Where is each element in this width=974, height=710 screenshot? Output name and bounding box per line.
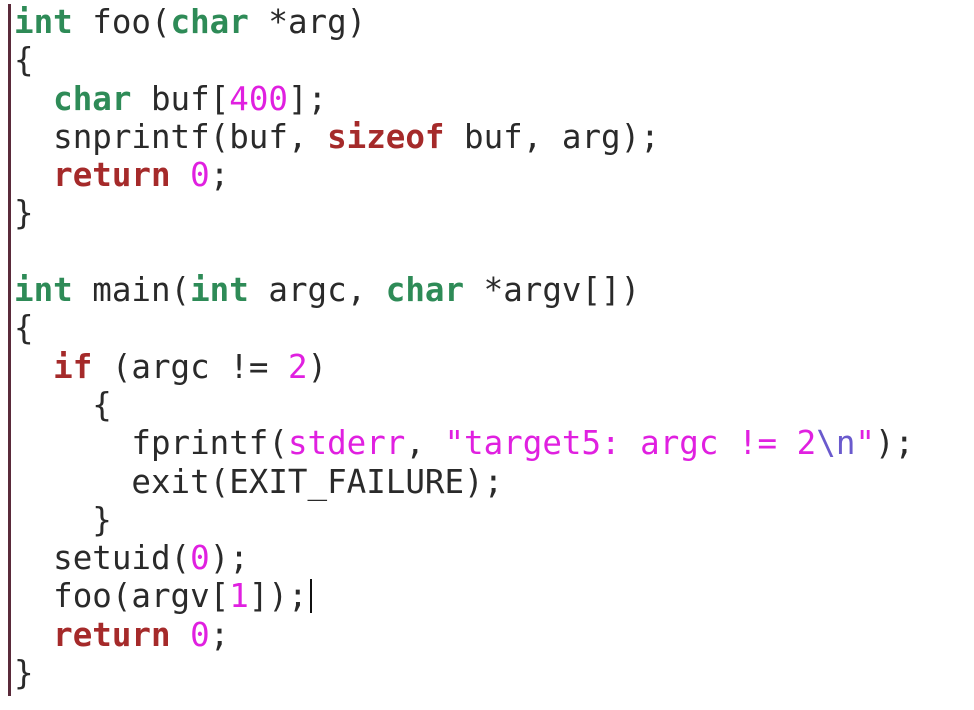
code-token-type: int <box>14 3 73 41</box>
code-line[interactable]: } <box>14 654 914 692</box>
code-line[interactable]: { <box>14 386 914 424</box>
code-token-text: ; <box>209 615 230 654</box>
code-token-keyword: return <box>53 615 171 654</box>
code-token-keyword: return <box>53 156 171 195</box>
code-text-area[interactable]: int foo(char *arg){ char buf[400]; snpri… <box>14 3 914 692</box>
code-line[interactable]: return 0; <box>14 156 914 194</box>
code-token-text: *argv[]) <box>464 271 641 310</box>
code-token-text: fprintf( <box>14 424 288 463</box>
code-token-number: 0 <box>190 156 210 195</box>
code-token-number: 0 <box>190 615 210 654</box>
code-token-text: buf[ <box>131 79 230 118</box>
code-token-keyword: if <box>53 347 93 386</box>
code-token-text: , <box>405 424 445 463</box>
code-line[interactable]: foo(argv[1]); <box>14 577 914 615</box>
code-token-text: *arg) <box>248 3 367 41</box>
code-token-text: foo(argv[ <box>14 577 230 616</box>
text-cursor <box>309 579 312 614</box>
code-line[interactable]: int foo(char *arg) <box>14 3 914 41</box>
code-line[interactable]: fprintf(stderr, "target5: argc != 2\n"); <box>14 424 914 462</box>
code-token-text: } <box>14 654 34 693</box>
code-token-string: " <box>855 424 875 463</box>
code-token-text: ); <box>209 539 249 578</box>
code-token-escape: \n <box>816 424 856 463</box>
code-token-text: buf, arg); <box>444 117 660 156</box>
code-token-type: int <box>14 271 73 310</box>
code-token-type: char <box>53 79 132 118</box>
code-line[interactable] <box>14 233 914 271</box>
code-token-type: int <box>190 271 249 310</box>
code-token-keyword: sizeof <box>327 117 445 156</box>
code-token-text: } <box>14 194 34 233</box>
code-line[interactable]: { <box>14 41 914 79</box>
editor-left-margin-rule <box>8 4 11 696</box>
code-token-number: 2 <box>287 347 308 386</box>
code-token-text: setuid( <box>14 539 191 578</box>
code-line[interactable]: } <box>14 194 914 232</box>
code-token-number: 400 <box>229 79 288 118</box>
code-token-text: (argc != <box>92 347 288 386</box>
code-token-string: stderr <box>287 424 406 463</box>
code-editor[interactable]: int foo(char *arg){ char buf[400]; snpri… <box>0 0 974 710</box>
code-token-string: "target5: argc != 2 <box>444 424 817 463</box>
code-line[interactable]: if (argc != 2) <box>14 348 914 386</box>
code-token-text: main( <box>72 271 191 310</box>
code-token-text: } <box>14 500 112 539</box>
code-token-text: { <box>14 385 112 424</box>
code-token-text: snprintf(buf, <box>14 117 328 156</box>
code-token-text: ]); <box>248 577 308 616</box>
code-token-text: ]; <box>287 79 328 118</box>
code-token-text: exit(EXIT_FAILURE); <box>14 462 504 501</box>
code-line[interactable]: { <box>14 309 914 347</box>
code-token-text: ; <box>209 156 230 195</box>
code-line[interactable]: exit(EXIT_FAILURE); <box>14 463 914 501</box>
code-token-number: 1 <box>229 577 249 616</box>
code-token-text: { <box>14 41 34 80</box>
code-token-type: char <box>385 271 465 310</box>
code-token-text: argc, <box>248 271 386 310</box>
code-token-type: char <box>170 3 249 41</box>
code-token-text: ) <box>307 347 328 386</box>
code-line[interactable]: } <box>14 501 914 539</box>
code-token-text: ); <box>874 424 915 463</box>
code-line[interactable]: snprintf(buf, sizeof buf, arg); <box>14 118 914 156</box>
code-token-number: 0 <box>190 539 210 578</box>
code-line[interactable]: setuid(0); <box>14 539 914 577</box>
code-token-text: foo( <box>72 3 171 41</box>
code-token-text: { <box>14 309 34 348</box>
code-line[interactable]: char buf[400]; <box>14 80 914 118</box>
code-line[interactable]: int main(int argc, char *argv[]) <box>14 271 914 309</box>
code-line[interactable]: return 0; <box>14 616 914 654</box>
